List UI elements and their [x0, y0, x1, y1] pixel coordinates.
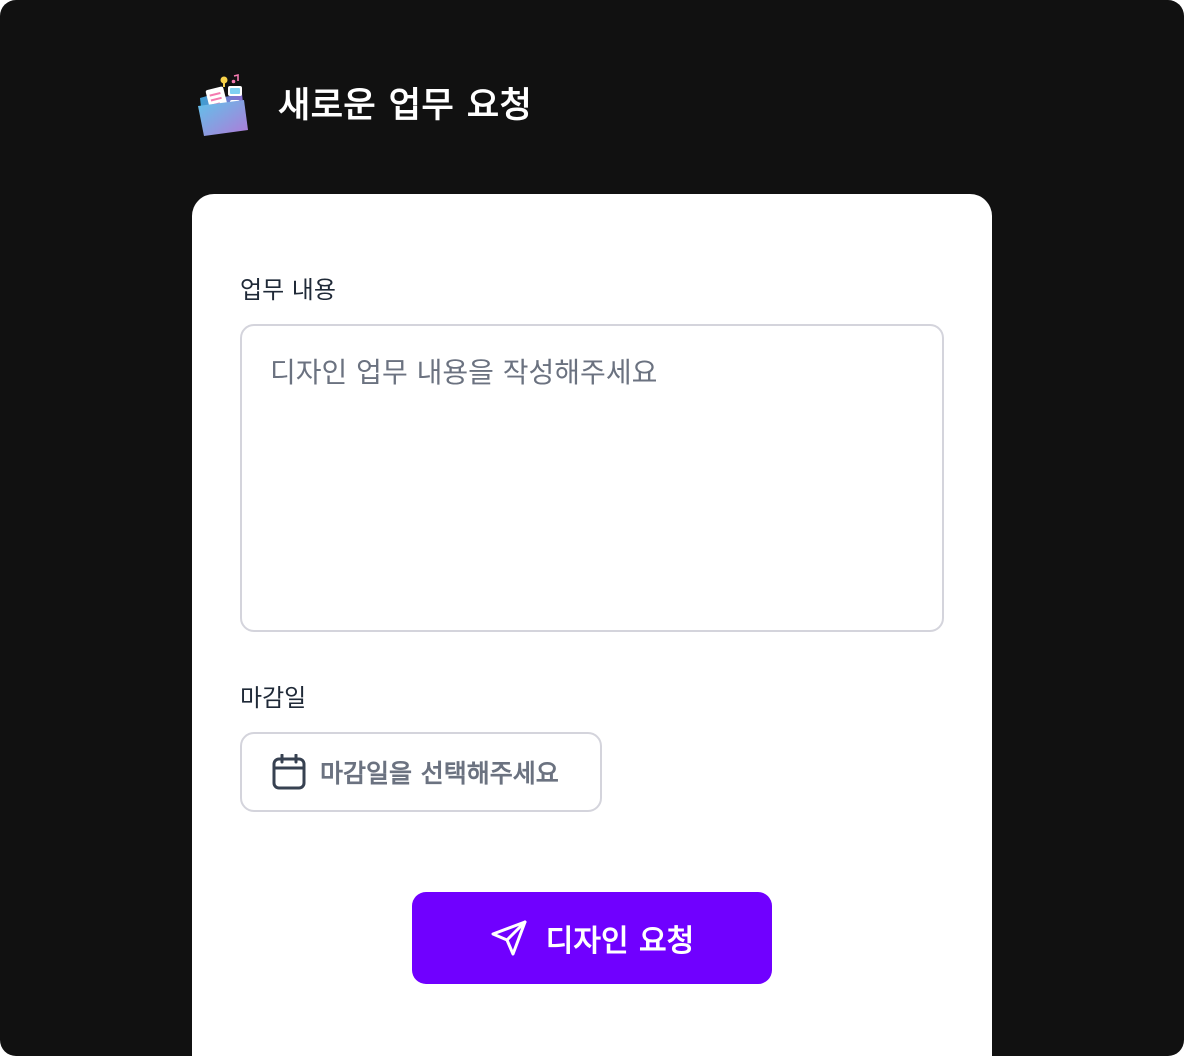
content-textarea[interactable]: 디자인 업무 내용을 작성해주세요 [240, 324, 944, 632]
content-placeholder: 디자인 업무 내용을 작성해주세요 [270, 356, 658, 389]
deadline-picker-button[interactable]: 마감일을 선택해주세요 [240, 732, 602, 812]
header: 새로운 업무 요청 [192, 70, 532, 140]
content-label: 업무 내용 [240, 276, 336, 304]
calendar-icon [272, 754, 306, 790]
app-frame: 새로운 업무 요청 업무 내용 디자인 업무 내용을 작성해주세요 마감일 마감… [0, 0, 1184, 1056]
deadline-label: 마감일 [240, 684, 307, 712]
submit-request-button[interactable]: 디자인 요청 [412, 892, 772, 984]
send-icon [490, 919, 528, 957]
page-title: 새로운 업무 요청 [278, 85, 533, 126]
folder-icon [192, 72, 252, 138]
request-form-card: 업무 내용 디자인 업무 내용을 작성해주세요 마감일 마감일을 선택해주세요 [192, 194, 992, 1056]
submit-label: 디자인 요청 [545, 924, 695, 959]
deadline-placeholder: 마감일을 선택해주세요 [320, 759, 559, 788]
